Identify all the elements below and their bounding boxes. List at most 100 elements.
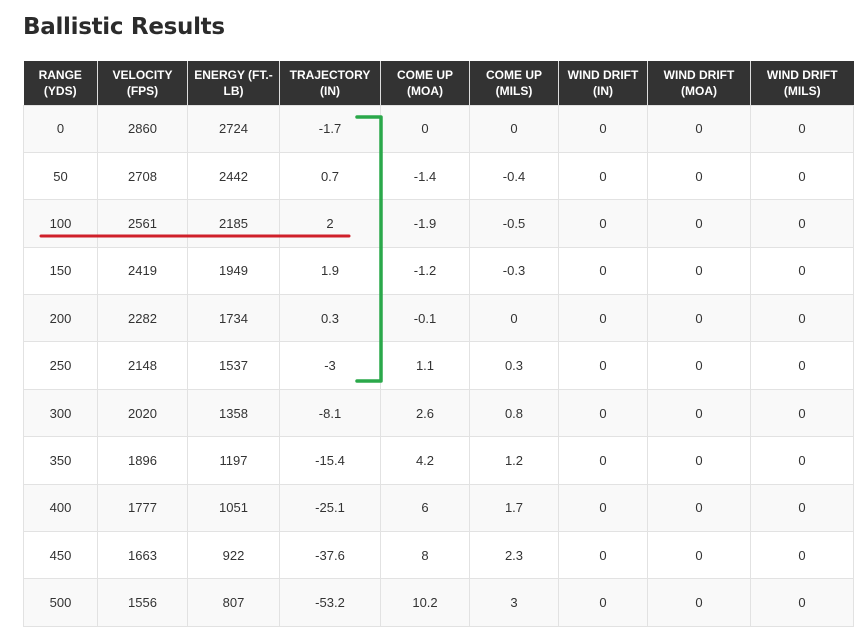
table-row: 500 1556 807 -53.2 10.2 3 0 0 0 bbox=[23, 578, 854, 627]
table-cell: -15.4 bbox=[279, 436, 381, 485]
table-cell: -37.6 bbox=[279, 531, 381, 580]
table-cell: 0 bbox=[558, 104, 648, 153]
table-cell: 50 bbox=[23, 151, 98, 201]
table-cell: 0 bbox=[750, 151, 854, 201]
column-header: VELOCITY (FPS) bbox=[97, 61, 188, 105]
table-cell: 0 bbox=[647, 151, 751, 201]
table-cell: 0 bbox=[750, 294, 854, 343]
table-cell: 2419 bbox=[97, 246, 188, 296]
table-cell: 0 bbox=[558, 483, 648, 533]
table-cell: -0.3 bbox=[469, 246, 559, 296]
table-row: 400 1777 1051 -25.1 6 1.7 0 0 0 bbox=[23, 483, 854, 533]
table-row: 250 2148 1537 -3 1.1 0.3 0 0 0 bbox=[23, 341, 854, 390]
table-cell: 2 bbox=[279, 199, 381, 248]
table-cell: 0 bbox=[558, 341, 648, 390]
table-cell: 2.3 bbox=[469, 531, 559, 580]
table-cell: 0 bbox=[558, 246, 648, 296]
column-header: COME UP (MILS) bbox=[469, 61, 559, 105]
table-cell: 0 bbox=[647, 388, 751, 438]
table-cell: 0 bbox=[750, 104, 854, 153]
table-cell: 2708 bbox=[97, 151, 188, 201]
table-cell: 0 bbox=[469, 294, 559, 343]
ballistic-results-table: RANGE (YDS) VELOCITY (FPS) ENERGY (FT.- LB) TR… bbox=[23, 61, 854, 627]
table-cell: 0 bbox=[750, 436, 854, 485]
table-cell: 250 bbox=[23, 341, 98, 390]
table-cell: 0 bbox=[647, 199, 751, 248]
table-cell: 1537 bbox=[187, 341, 280, 390]
table-cell: 300 bbox=[23, 388, 98, 438]
table-cell: 100 bbox=[23, 199, 98, 248]
column-header-line1: TRAJECTORY bbox=[289, 67, 371, 82]
table-cell: -1.7 bbox=[279, 104, 381, 153]
table-cell: 0 bbox=[750, 199, 854, 248]
table-cell: 0 bbox=[558, 294, 648, 343]
table-cell: 450 bbox=[23, 531, 98, 580]
column-header-line1: COME UP bbox=[396, 67, 453, 82]
table-cell: 10.2 bbox=[380, 578, 470, 627]
column-header-line1: ENERGY (FT.- bbox=[194, 67, 273, 82]
table-cell: 0 bbox=[647, 531, 751, 580]
column-header-line1: WIND DRIFT bbox=[663, 67, 735, 82]
column-header: WIND DRIFT (IN) bbox=[558, 61, 648, 105]
table-cell: 0 bbox=[23, 104, 98, 153]
table-cell: 2442 bbox=[187, 151, 280, 201]
table-cell: 500 bbox=[23, 578, 98, 627]
column-header-line2: (IN) bbox=[320, 83, 340, 98]
table-cell: 2860 bbox=[97, 104, 188, 153]
table-cell: 0 bbox=[750, 483, 854, 533]
table-cell: 1.1 bbox=[380, 341, 470, 390]
table-cell: 0 bbox=[469, 104, 559, 153]
table-cell: 0 bbox=[750, 388, 854, 438]
column-header-line2: (MOA) bbox=[407, 83, 443, 98]
table-cell: 2724 bbox=[187, 104, 280, 153]
table-cell: 0 bbox=[380, 104, 470, 153]
table-row: 350 1896 1197 -15.4 4.2 1.2 0 0 0 bbox=[23, 436, 854, 485]
table-row: 450 1663 922 -37.6 8 2.3 0 0 0 bbox=[23, 531, 854, 580]
table-cell: 2148 bbox=[97, 341, 188, 390]
table-cell: -0.5 bbox=[469, 199, 559, 248]
table-cell: -3 bbox=[279, 341, 381, 390]
table-cell: 0.3 bbox=[279, 294, 381, 343]
column-header-line1: WIND DRIFT bbox=[567, 67, 639, 82]
table-cell: -1.4 bbox=[380, 151, 470, 201]
column-header-line1: RANGE bbox=[38, 67, 82, 82]
page-title: Ballistic Results bbox=[23, 14, 225, 40]
column-header: RANGE (YDS) bbox=[23, 61, 98, 105]
column-header: TRAJECTORY (IN) bbox=[279, 61, 381, 105]
table-cell: 0 bbox=[558, 578, 648, 627]
ballistic-results-table-container: RANGE (YDS) VELOCITY (FPS) ENERGY (FT.- LB) TR… bbox=[23, 61, 854, 627]
table-cell: 350 bbox=[23, 436, 98, 485]
table-cell: 0.3 bbox=[469, 341, 559, 390]
table-row: 200 2282 1734 0.3 -0.1 0 0 0 0 bbox=[23, 294, 854, 343]
table-cell: 922 bbox=[187, 531, 280, 580]
table-cell: 0 bbox=[750, 578, 854, 627]
column-header: WIND DRIFT (MOA) bbox=[647, 61, 751, 105]
table-cell: 1197 bbox=[187, 436, 280, 485]
table-cell: 1.2 bbox=[469, 436, 559, 485]
table-cell: 0 bbox=[647, 578, 751, 627]
table-cell: 2561 bbox=[97, 199, 188, 248]
table-cell: 1896 bbox=[97, 436, 188, 485]
table-cell: 1663 bbox=[97, 531, 188, 580]
table-cell: 2.6 bbox=[380, 388, 470, 438]
table-cell: 0 bbox=[647, 483, 751, 533]
table-cell: 0.8 bbox=[469, 388, 559, 438]
column-header-line1: VELOCITY bbox=[112, 67, 173, 82]
table-cell: -1.9 bbox=[380, 199, 470, 248]
column-header-line1: COME UP bbox=[485, 67, 542, 82]
table-cell: 4.2 bbox=[380, 436, 470, 485]
table-cell: -0.4 bbox=[469, 151, 559, 201]
table-cell: 0 bbox=[750, 531, 854, 580]
table-cell: 1556 bbox=[97, 578, 188, 627]
table-header: RANGE (YDS) VELOCITY (FPS) ENERGY (FT.- LB) TR… bbox=[23, 61, 854, 105]
table-cell: 2020 bbox=[97, 388, 188, 438]
column-header-line1: WIND DRIFT bbox=[766, 67, 838, 82]
column-header: WIND DRIFT (MILS) bbox=[750, 61, 854, 105]
table-row: 150 2419 1949 1.9 -1.2 -0.3 0 0 0 bbox=[23, 246, 854, 296]
table-row: 100 2561 2185 2 -1.9 -0.5 0 0 0 bbox=[23, 199, 854, 248]
column-header-line2: (MOA) bbox=[681, 83, 717, 98]
table-cell: 0 bbox=[647, 341, 751, 390]
table-cell: -53.2 bbox=[279, 578, 381, 627]
column-header-line2: (IN) bbox=[593, 83, 613, 98]
column-header-line2: (FPS) bbox=[126, 83, 159, 98]
